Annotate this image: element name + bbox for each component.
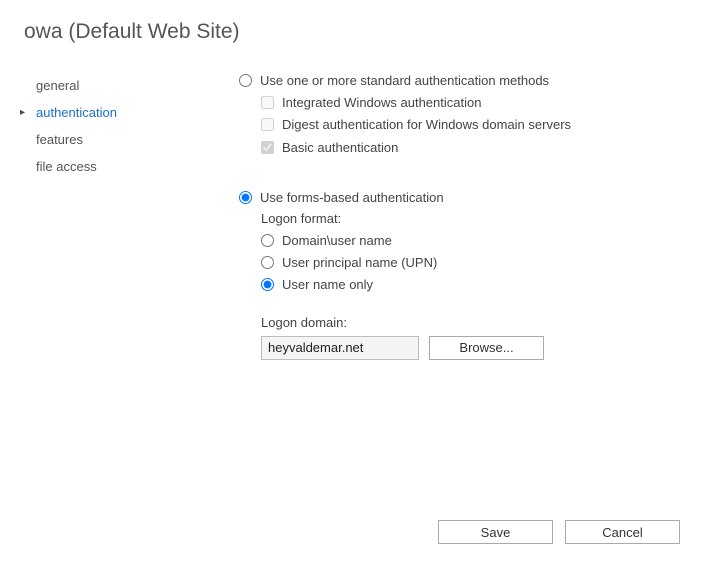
cancel-button[interactable]: Cancel (565, 520, 680, 544)
sidebar-item-authentication[interactable]: ▸ authentication (24, 99, 199, 126)
digest-auth-checkbox[interactable] (261, 118, 274, 131)
logon-domain-label: Logon domain: (239, 315, 686, 330)
standard-auth-label: Use one or more standard authentication … (260, 72, 549, 90)
digest-auth-label: Digest authentication for Windows domain… (282, 116, 571, 134)
sidebar-item-features[interactable]: features (24, 126, 199, 153)
forms-auth-radio[interactable] (239, 191, 252, 204)
sidebar-item-general[interactable]: general (24, 72, 199, 99)
domain-username-label: Domain\user name (282, 232, 392, 250)
save-button[interactable]: Save (438, 520, 553, 544)
caret-right-icon: ▸ (20, 107, 25, 118)
sidebar-item-file-access[interactable]: file access (24, 153, 199, 180)
logon-domain-input[interactable] (261, 336, 419, 360)
sidebar-item-label: features (36, 132, 83, 147)
browse-button[interactable]: Browse... (429, 336, 544, 360)
username-only-radio[interactable] (261, 278, 274, 291)
basic-auth-label: Basic authentication (282, 139, 398, 157)
forms-auth-label: Use forms-based authentication (260, 189, 444, 207)
sidebar: general ▸ authentication features file a… (24, 72, 199, 360)
page-title: owa (Default Web Site) (24, 20, 686, 44)
username-only-label: User name only (282, 276, 373, 294)
sidebar-item-label: authentication (36, 105, 117, 120)
upn-label: User principal name (UPN) (282, 254, 437, 272)
basic-auth-checkbox[interactable] (261, 141, 274, 154)
main-panel: Use one or more standard authentication … (199, 72, 686, 360)
logon-format-label: Logon format: (239, 211, 686, 226)
integrated-windows-label: Integrated Windows authentication (282, 94, 481, 112)
standard-auth-radio[interactable] (239, 74, 252, 87)
sidebar-item-label: general (36, 78, 79, 93)
upn-radio[interactable] (261, 256, 274, 269)
integrated-windows-checkbox[interactable] (261, 96, 274, 109)
domain-username-radio[interactable] (261, 234, 274, 247)
sidebar-item-label: file access (36, 159, 97, 174)
footer: Save Cancel (438, 520, 680, 544)
